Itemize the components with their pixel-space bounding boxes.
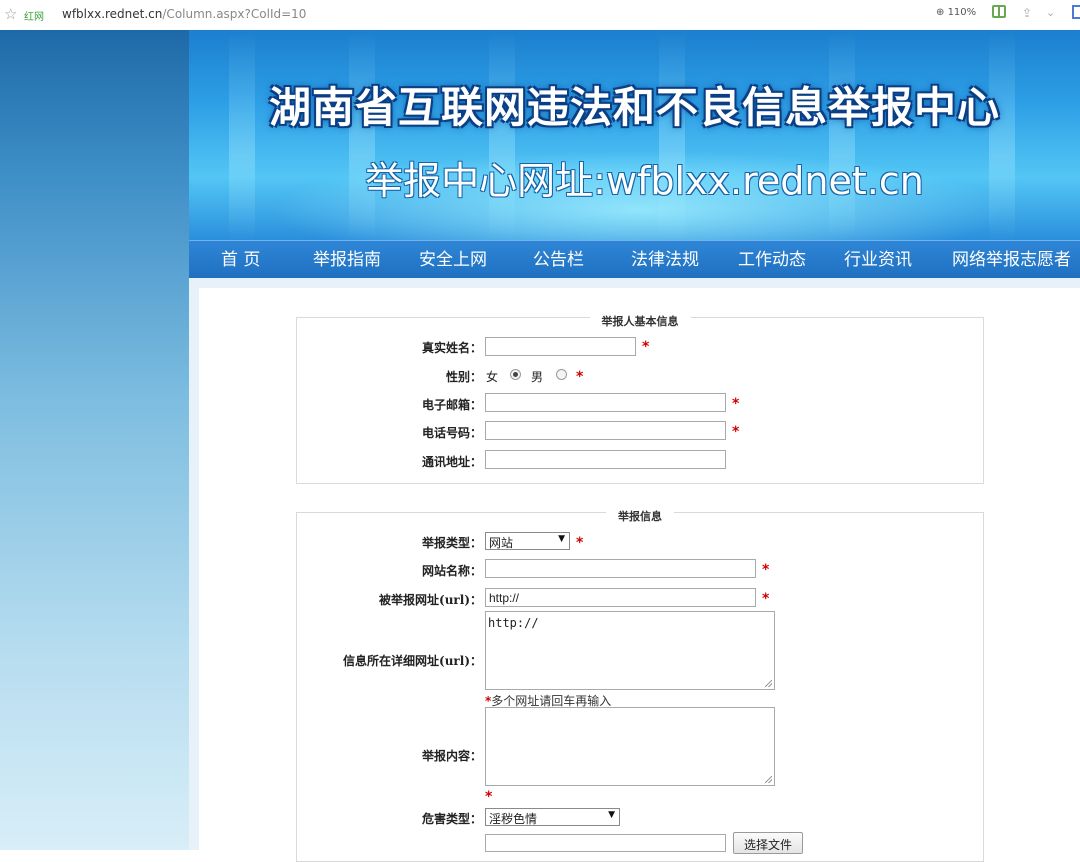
phone-label: 电话号码： — [421, 426, 482, 440]
chevron-down-icon[interactable]: ⌄ — [1046, 6, 1055, 19]
share-icon[interactable]: ⇪ — [1022, 6, 1032, 20]
nav-item-home[interactable]: 首 页 — [221, 241, 260, 279]
left-background — [0, 30, 189, 850]
zoom-indicator[interactable]: ⊕ 110% — [936, 7, 976, 18]
address-url[interactable]: wfblxx.rednet.cn/Column.aspx?ColId=10 — [62, 7, 306, 21]
address-input[interactable] — [485, 450, 726, 469]
content-label: 举报内容： — [421, 749, 482, 763]
nav-item-guide[interactable]: 举报指南 — [313, 241, 381, 279]
detail-url-hint-text: 多个网址请回车再输入 — [491, 694, 612, 708]
nav-item-bulletin[interactable]: 公告栏 — [533, 241, 584, 279]
site-banner: 湖南省互联网违法和不良信息举报中心 举报中心网址:wfblxx.rednet.c… — [189, 30, 1080, 240]
site-name-required-mark: * — [762, 562, 770, 578]
report-type-required-mark: * — [576, 535, 584, 551]
report-info-legend-text: 举报信息 — [606, 510, 674, 523]
email-required-mark: * — [732, 396, 740, 412]
nav-item-safe-surfing[interactable]: 安全上网 — [419, 241, 487, 279]
site-name-input[interactable] — [485, 559, 756, 578]
resize-grip-icon[interactable] — [765, 776, 772, 783]
name-label: 真实姓名： — [421, 341, 482, 355]
report-info-legend: 举报信息 — [297, 505, 983, 523]
report-type-select[interactable]: 网站 ▼ — [485, 532, 570, 550]
choose-file-button[interactable]: 选择文件 — [733, 832, 804, 854]
content-required-mark: * — [485, 789, 493, 805]
dropdown-arrow-icon: ▼ — [558, 534, 565, 544]
zoom-level: 110% — [947, 7, 977, 18]
reported-url-required-mark: * — [762, 591, 770, 607]
reported-url-label: 被举报网址(url)： — [379, 593, 482, 607]
harm-type-label: 危害类型： — [421, 812, 482, 826]
email-label: 电子邮箱： — [421, 398, 482, 412]
site-label: 红网 — [24, 12, 44, 23]
resize-grip-icon[interactable] — [765, 680, 772, 687]
banner-light-ray — [229, 30, 255, 240]
nav-item-industry-news[interactable]: 行业资讯 — [844, 241, 912, 279]
name-required-mark: * — [642, 339, 650, 355]
gender-male-label: 男 — [531, 370, 544, 384]
detail-url-value: http:// — [488, 616, 539, 630]
gender-male-radio[interactable] — [556, 369, 567, 380]
reporter-info-legend-text: 举报人基本信息 — [589, 315, 691, 328]
banner-subtitle: 举报中心网址:wfblxx.rednet.cn — [365, 159, 924, 203]
name-input[interactable] — [485, 337, 636, 356]
report-type-value: 网站 — [489, 536, 514, 550]
bookmark-star-icon[interactable]: ☆ — [4, 5, 17, 23]
main-nav: 首 页 举报指南 安全上网 公告栏 法律法规 工作动态 行业资讯 网络举报志愿者 — [189, 240, 1080, 279]
gender-female-label: 女 — [486, 370, 499, 384]
address-label: 通讯地址： — [421, 455, 482, 469]
gender-required-mark: * — [576, 369, 584, 385]
gender-female-radio[interactable] — [510, 369, 521, 380]
site-name-label: 网站名称： — [421, 564, 482, 578]
nav-item-work-news[interactable]: 工作动态 — [738, 241, 806, 279]
reading-mode-icon[interactable] — [992, 5, 1006, 18]
browser-address-bar: ☆ 红网 wfblxx.rednet.cn/Column.aspx?ColId=… — [0, 0, 1080, 31]
nav-item-volunteers[interactable]: 网络举报志愿者 — [952, 241, 1071, 279]
gender-label: 性别： — [445, 370, 482, 384]
file-path-input[interactable] — [485, 834, 726, 852]
banner-title: 湖南省互联网违法和不良信息举报中心 — [268, 83, 1000, 132]
url-path: /Column.aspx?ColId=10 — [162, 7, 307, 21]
detail-url-textarea[interactable]: http:// — [485, 611, 775, 690]
report-type-label: 举报类型： — [421, 536, 482, 550]
nav-item-laws[interactable]: 法律法规 — [631, 241, 699, 279]
harm-type-select[interactable]: 淫秽色情 ▼ — [485, 808, 620, 826]
harm-type-value: 淫秽色情 — [489, 812, 538, 826]
content-textarea[interactable] — [485, 707, 775, 786]
browser-menu-icon[interactable] — [1072, 5, 1080, 19]
detail-url-label: 信息所在详细网址(url)： — [343, 654, 482, 668]
dropdown-arrow-icon: ▼ — [608, 810, 615, 820]
url-host: wfblxx.rednet.cn — [62, 7, 163, 21]
reported-url-input[interactable] — [485, 588, 756, 607]
reporter-info-legend: 举报人基本信息 — [297, 310, 983, 328]
phone-input[interactable] — [485, 421, 726, 440]
phone-required-mark: * — [732, 424, 740, 440]
email-input[interactable] — [485, 393, 726, 412]
